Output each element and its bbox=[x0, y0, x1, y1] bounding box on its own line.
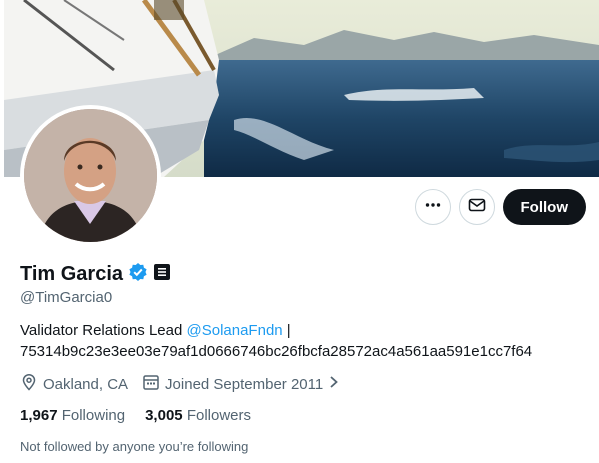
verified-check-icon[interactable] bbox=[128, 262, 148, 287]
following-count: 1,967 bbox=[20, 407, 58, 424]
location-item: Oakland, CA bbox=[20, 373, 128, 395]
following-label: Following bbox=[61, 407, 126, 424]
followers-link[interactable]: 3,005 Followers bbox=[145, 407, 251, 424]
location-text: Oakland, CA bbox=[43, 375, 129, 393]
calendar-icon bbox=[142, 373, 160, 395]
location-pin-icon bbox=[20, 373, 38, 395]
message-button[interactable] bbox=[458, 189, 495, 225]
profile-actions: Follow bbox=[414, 189, 586, 225]
profile-bio: Validator Relations Lead @SolanaFndn | 7… bbox=[20, 320, 532, 362]
followers-label: Followers bbox=[186, 407, 251, 424]
profile-handle: @TimGarcia0 bbox=[20, 289, 113, 306]
profile-avatar-border bbox=[20, 105, 161, 246]
document-badge-icon[interactable] bbox=[153, 263, 171, 286]
profile-stats: 1,967 Following 3,005 Followers bbox=[20, 407, 271, 424]
bio-separator: | bbox=[282, 322, 291, 339]
more-options-button[interactable] bbox=[414, 189, 451, 225]
bio-line-2: 75314b9c23e3ee03e79af1d0666746bc26fbcfa2… bbox=[20, 343, 533, 360]
avatar[interactable] bbox=[24, 109, 157, 242]
more-horizontal-icon bbox=[424, 196, 442, 219]
profile-name-row: Tim Garcia bbox=[20, 262, 171, 287]
bio-line-1: Validator Relations Lead @SolanaFndn | bbox=[20, 320, 532, 341]
following-link[interactable]: 1,967 Following bbox=[20, 407, 125, 424]
bio-mention-link[interactable]: @SolanaFndn bbox=[187, 322, 283, 339]
followers-count: 3,005 bbox=[145, 407, 183, 424]
joined-item[interactable]: Joined September 2011 bbox=[142, 373, 340, 395]
followed-by-text: Not followed by anyone you’re following bbox=[20, 439, 249, 454]
joined-text: Joined September 2011 bbox=[165, 375, 324, 393]
envelope-icon bbox=[468, 196, 486, 219]
bio-text: Validator Relations Lead bbox=[20, 322, 187, 339]
profile-meta: Oakland, CA Joined September 2011 bbox=[20, 373, 354, 395]
chevron-right-icon bbox=[328, 375, 340, 393]
follow-button[interactable]: Follow bbox=[502, 189, 586, 225]
profile-name: Tim Garcia bbox=[20, 263, 124, 285]
